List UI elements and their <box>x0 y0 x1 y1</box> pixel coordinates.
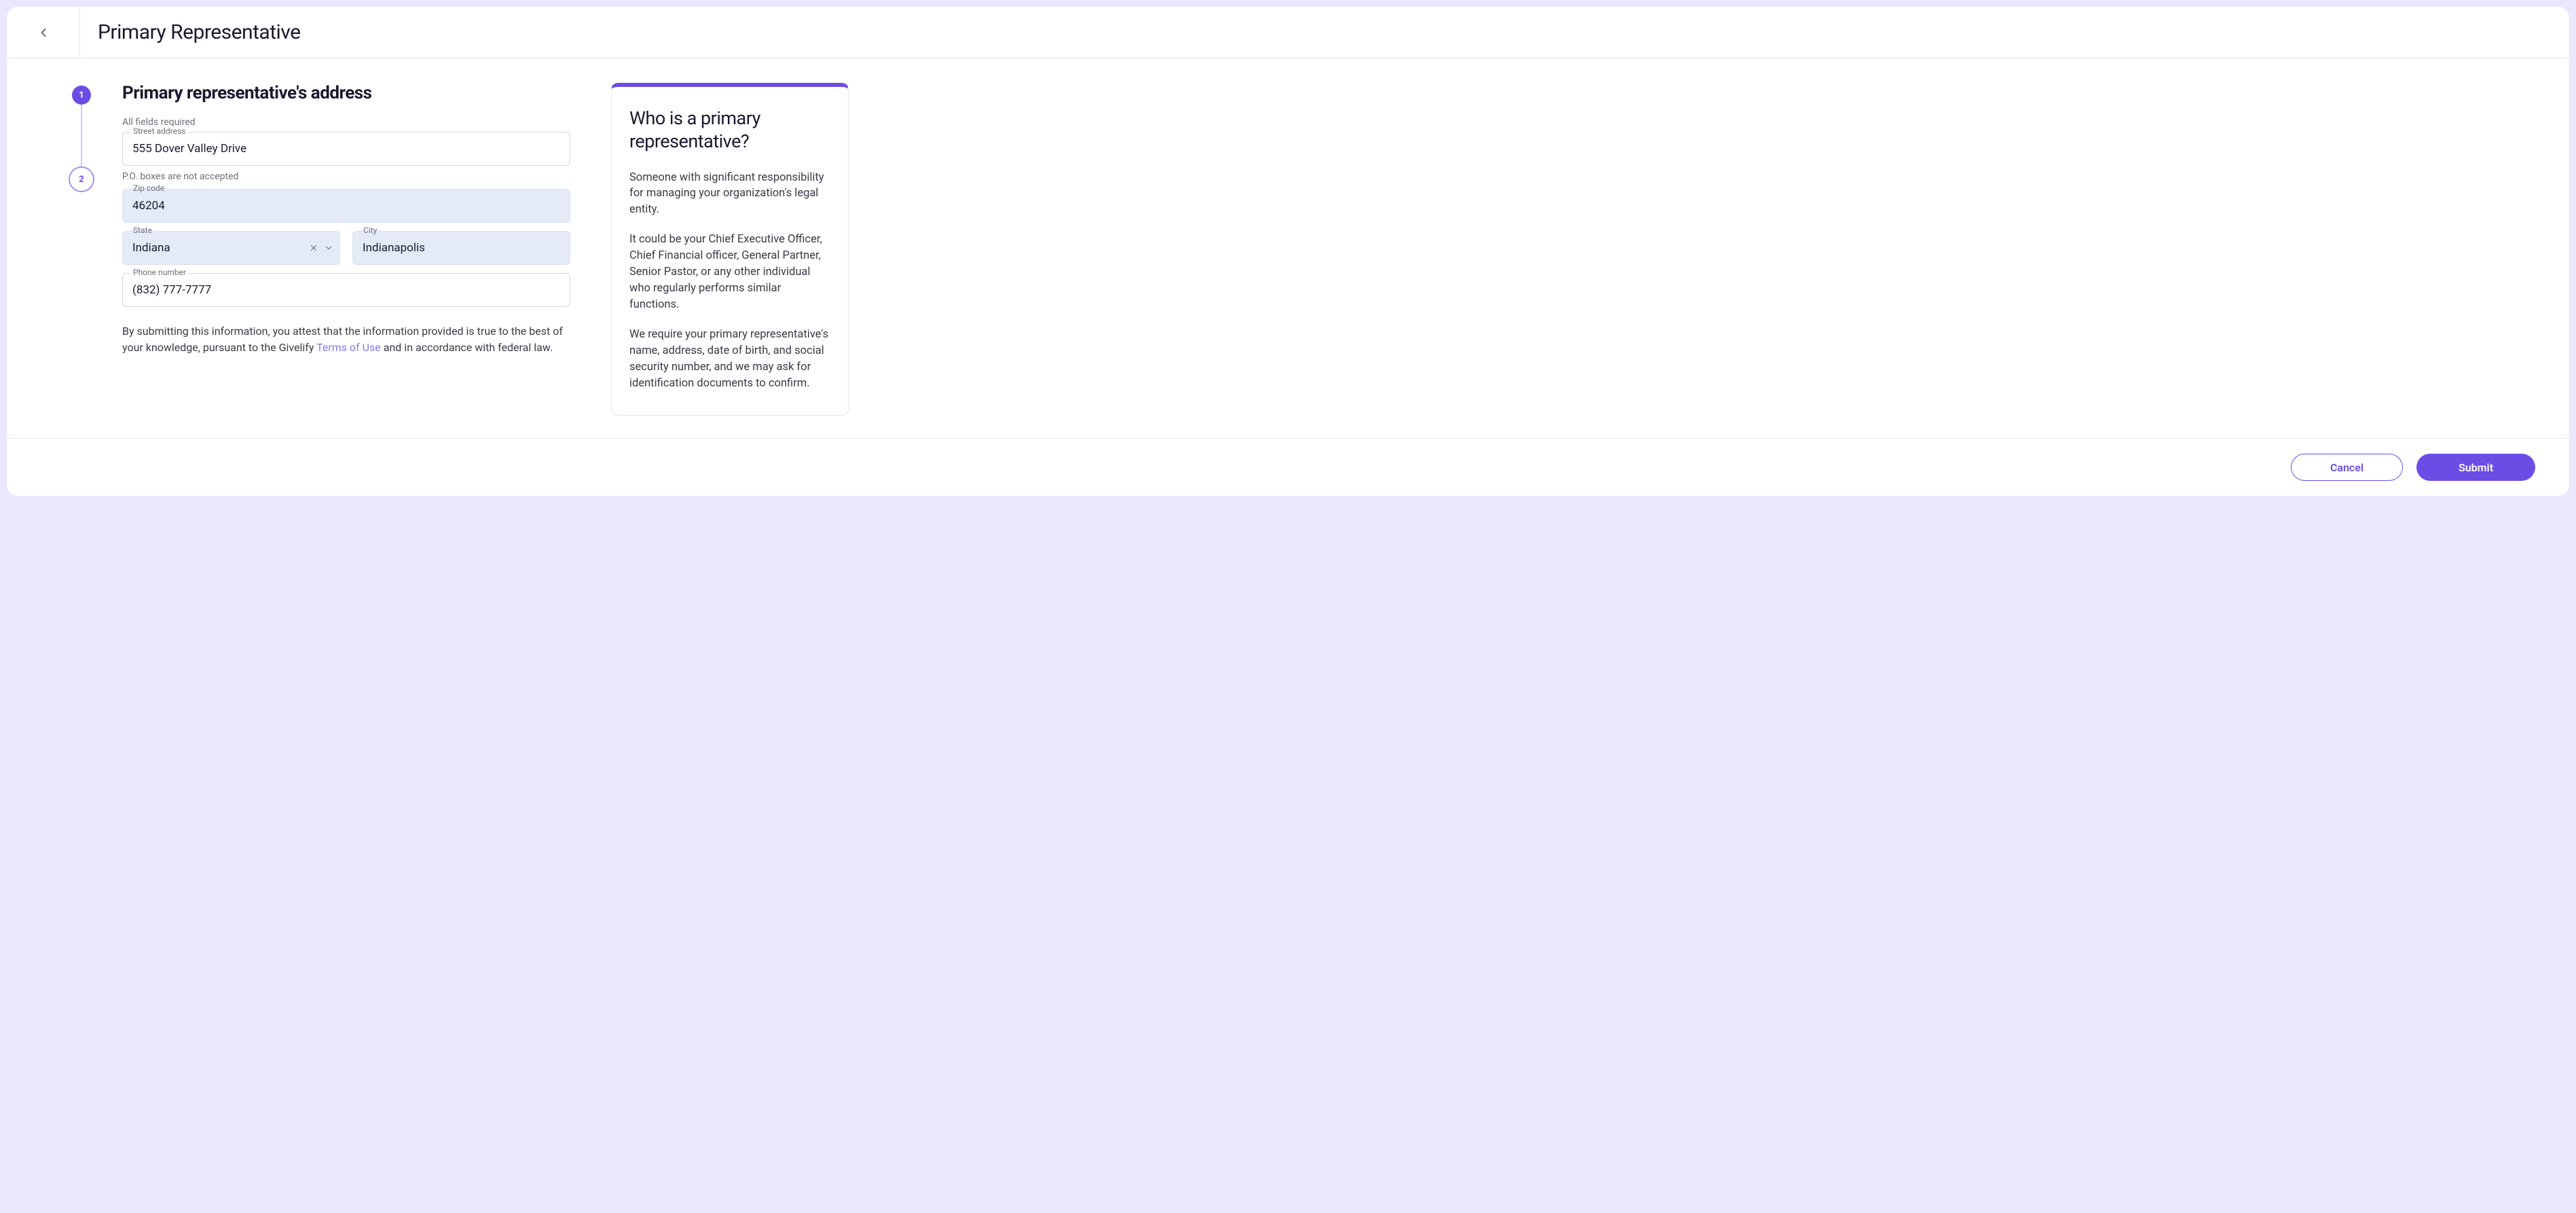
clear-icon[interactable] <box>309 243 318 253</box>
chevron-left-icon <box>37 26 50 39</box>
form-title: Primary representative's address <box>122 83 570 103</box>
terms-of-use-link[interactable]: Terms of Use <box>316 341 381 354</box>
info-paragraph-3: We require your primary representative's… <box>629 327 830 392</box>
phone-input[interactable] <box>122 273 570 307</box>
info-card: Who is a primary representative? Someone… <box>611 83 849 416</box>
info-paragraph-1: Someone with significant responsibility … <box>629 170 830 219</box>
progress-steps: 1 2 <box>41 83 122 424</box>
po-box-note: P.O. boxes are not accepted <box>122 171 570 182</box>
form-column: Primary representative's address All fie… <box>122 83 611 424</box>
disclosure-text: By submitting this information, you atte… <box>122 323 570 356</box>
step-2-marker: 2 <box>72 170 91 189</box>
state-label: State <box>130 225 155 235</box>
info-paragraph-2: It could be your Chief Executive Officer… <box>629 232 830 313</box>
page-title: Primary Representative <box>80 20 301 44</box>
phone-field: Phone number <box>122 273 570 307</box>
state-select[interactable] <box>122 231 340 265</box>
step-1-marker: 1 <box>72 86 91 105</box>
zip-code-input[interactable] <box>122 189 570 223</box>
footer-bar: Cancel Submit <box>7 438 2569 496</box>
street-address-input[interactable] <box>122 132 570 166</box>
zip-code-field: Zip code <box>122 189 570 223</box>
city-input[interactable] <box>352 231 570 265</box>
street-address-field: Street address <box>122 132 570 166</box>
page-header: Primary Representative <box>7 7 2569 58</box>
window-frame: Primary Representative 1 2 Primary repre… <box>7 7 2569 496</box>
info-title: Who is a primary representative? <box>629 107 830 153</box>
city-label: City <box>361 225 380 235</box>
page-body: 1 2 Primary representative's address All… <box>7 58 2569 438</box>
state-field: State <box>122 231 340 265</box>
state-select-controls <box>309 243 333 253</box>
street-address-label: Street address <box>130 126 188 136</box>
cancel-button[interactable]: Cancel <box>2291 454 2403 481</box>
step-connector <box>81 105 82 170</box>
city-field: City <box>352 231 570 265</box>
phone-label: Phone number <box>130 268 189 277</box>
chevron-down-icon[interactable] <box>324 243 333 253</box>
zip-code-label: Zip code <box>130 183 167 193</box>
state-city-row: State City <box>122 231 570 273</box>
submit-button[interactable]: Submit <box>2416 454 2535 481</box>
back-button[interactable] <box>7 7 80 58</box>
info-column: Who is a primary representative? Someone… <box>611 83 849 424</box>
disclosure-post: and in accordance with federal law. <box>381 341 553 354</box>
required-hint: All fields required <box>122 117 570 128</box>
